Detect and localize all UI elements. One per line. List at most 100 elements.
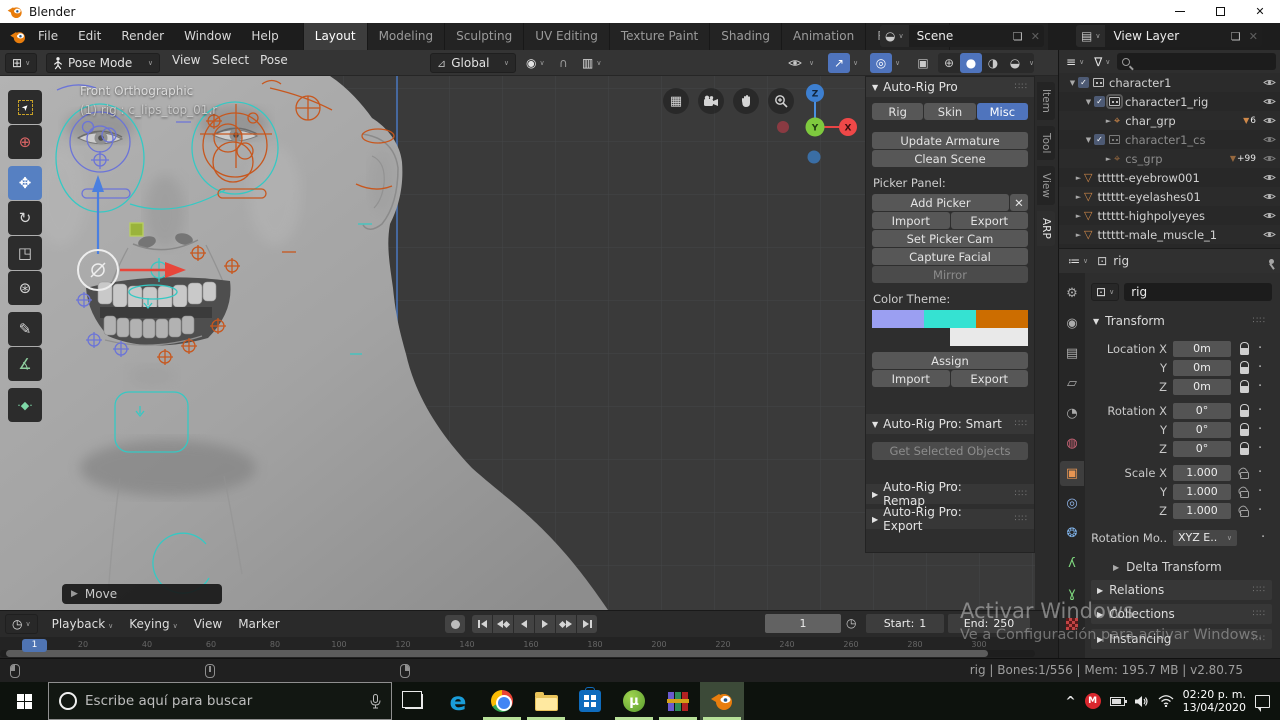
tool-measure[interactable]: ∡ [8, 347, 42, 381]
lock-icon[interactable] [1239, 441, 1249, 455]
pan-hand-icon[interactable] [733, 88, 759, 114]
camera-view-icon[interactable] [698, 88, 724, 114]
playback-menu[interactable]: Playback ∨ [44, 614, 122, 634]
outliner-row-char-grp[interactable]: ► ⌖ char_grp ▼ 6 [1059, 111, 1280, 130]
color-swatch-cyan[interactable] [924, 310, 976, 328]
menu-edit[interactable]: Edit [68, 23, 111, 50]
checkbox[interactable]: ✓ [1094, 96, 1105, 107]
instancing-panel[interactable]: ▶ Instancing ∷∷ [1091, 629, 1272, 649]
menu-file[interactable]: File [28, 23, 68, 50]
capture-facial-button[interactable]: Capture Facial [872, 248, 1028, 265]
sidebar-tab-tool[interactable]: Tool [1037, 125, 1055, 161]
sidebar-tab-item[interactable]: Item [1037, 82, 1055, 120]
panel-grip-icon[interactable]: ∷∷ [1015, 82, 1028, 92]
pin-icon[interactable] [1269, 258, 1274, 264]
animate-dot[interactable]: · [1258, 466, 1262, 479]
shading-material-icon[interactable]: ◑ [982, 53, 1004, 73]
arp-tab-misc[interactable]: Misc [976, 103, 1028, 120]
tab-output[interactable]: ▤ [1060, 341, 1084, 366]
scale-y-field[interactable]: 1.000 [1173, 483, 1231, 500]
overlays-toggle[interactable]: ◎ ∨ [870, 53, 900, 73]
theme-import-button[interactable]: Import [872, 370, 950, 387]
selected-bone-control[interactable] [129, 222, 144, 237]
outliner-row-character1-cs[interactable]: ▼ ✓ character1_cs [1059, 130, 1280, 149]
wifi-icon[interactable] [1158, 695, 1174, 707]
object-id-icon[interactable]: ⊡ ∨ [1091, 283, 1120, 301]
tab-world[interactable]: ◍ [1060, 431, 1084, 456]
snap-settings-dropdown[interactable]: ▥ ∨ [576, 53, 607, 73]
outliner-row-eyebrow[interactable]: ► ▽ tttttt-eyebrow001 [1059, 168, 1280, 187]
play-button[interactable] [535, 615, 555, 633]
lock-open-icon[interactable] [1239, 490, 1249, 498]
outliner-display-mode-dropdown[interactable]: ≡ ∨ [1063, 52, 1087, 72]
hide-eye-icon[interactable] [1261, 116, 1277, 125]
theme-export-button[interactable]: Export [950, 370, 1028, 387]
transform-panel-header[interactable]: ▼ Transform ∷∷ [1091, 311, 1272, 331]
sidebar-tab-arp[interactable]: ARP [1037, 211, 1055, 247]
hide-eye-icon[interactable] [1261, 97, 1277, 106]
speaker-icon[interactable] [1134, 695, 1149, 708]
outliner-row-cs-grp[interactable]: ► ⌖ cs_grp ▼ +99 [1059, 149, 1280, 168]
location-y-field[interactable]: 0m [1173, 359, 1231, 376]
scale-x-field[interactable]: 1.000 [1173, 464, 1231, 481]
animate-dot[interactable]: · [1258, 504, 1262, 517]
panel-grip-icon[interactable]: ∷∷ [1015, 489, 1028, 499]
microphone-icon[interactable] [370, 693, 381, 709]
tab-object[interactable]: ▣ [1060, 461, 1084, 486]
animate-dot[interactable]: · [1258, 361, 1262, 374]
checkbox[interactable]: ✓ [1078, 77, 1089, 88]
tool-annotate[interactable]: ✎ [8, 312, 42, 346]
hide-eye-icon[interactable] [1261, 173, 1277, 182]
rotation-x-field[interactable]: 0° [1173, 402, 1231, 419]
lock-open-icon[interactable] [1239, 471, 1249, 479]
animate-dot[interactable]: · [1258, 342, 1262, 355]
playhead[interactable]: 1 [22, 639, 47, 652]
outliner-row-highpolyeyes[interactable]: ► ▽ tttttt-highpolyeyes [1059, 206, 1280, 225]
arp-tab-skin[interactable]: Skin [924, 103, 976, 120]
new-scene-icon[interactable]: ❏ [1009, 30, 1027, 43]
hide-eye-icon[interactable] [1261, 192, 1277, 201]
taskbar-search[interactable] [48, 682, 392, 720]
tab-texture[interactable] [1060, 611, 1084, 636]
menu-window[interactable]: Window [174, 23, 241, 50]
tab-constraints[interactable]: ◎ [1060, 491, 1084, 516]
rotation-y-field[interactable]: 0° [1173, 421, 1231, 438]
collapse-icon[interactable]: ▼ [1083, 136, 1094, 144]
relations-panel[interactable]: ▶ Relations ∷∷ [1091, 580, 1272, 600]
tab-view-layer[interactable]: ▱ [1060, 371, 1084, 396]
outliner-filter-dropdown[interactable]: ∇ ∨ [1091, 52, 1113, 72]
arp-remap-panel-header[interactable]: ▶ Auto-Rig Pro: Remap ∷∷ [866, 480, 1034, 508]
set-picker-cam-button[interactable]: Set Picker Cam [872, 230, 1028, 247]
workspace-tab-sculpting[interactable]: Sculpting [444, 23, 524, 50]
next-keyframe-button[interactable] [556, 615, 576, 633]
timeline-strip[interactable]: 20 40 60 80 100 120 140 160 180 200 220 240 260 280 30… [0, 637, 1058, 659]
picker-import-button[interactable]: Import [872, 212, 950, 229]
viewport-menu-pose[interactable]: Pose [252, 50, 296, 70]
taskbar-explorer[interactable] [524, 682, 568, 720]
taskbar-blender[interactable] [700, 682, 744, 720]
auto-keying-record-button[interactable] [445, 615, 465, 633]
viewport-canvas[interactable]: Front Orthographic (1) rig : c_lips_top_… [0, 76, 1058, 610]
view-layer-name[interactable]: View Layer [1105, 29, 1226, 43]
panel-grip-icon[interactable]: ∷∷ [1253, 609, 1266, 619]
timeline-scrollbar[interactable] [6, 650, 988, 657]
panel-grip-icon[interactable]: ∷∷ [1253, 634, 1266, 644]
workspace-tab-texture-paint[interactable]: Texture Paint [608, 23, 710, 50]
scale-z-field[interactable]: 1.000 [1173, 502, 1231, 519]
tool-rotate[interactable]: ↻ [8, 201, 42, 235]
animate-dot[interactable]: · [1258, 380, 1262, 393]
orientation-dropdown[interactable]: ⊿ Global ∨ [430, 53, 516, 73]
expand-icon[interactable]: ► [1103, 117, 1114, 125]
outliner-search-input[interactable] [1117, 53, 1276, 70]
arp-export-panel-header[interactable]: ▶ Auto-Rig Pro: Export ∷∷ [866, 505, 1034, 533]
panel-grip-icon[interactable]: ∷∷ [1253, 585, 1266, 595]
end-frame-field[interactable]: End: 250 [948, 614, 1030, 633]
minimize-button[interactable] [1160, 0, 1200, 23]
snap-magnet-icon[interactable]: ∩ [556, 53, 571, 73]
expand-icon[interactable]: ► [1073, 212, 1084, 220]
color-swatch-lavender[interactable] [872, 310, 924, 328]
play-reverse-button[interactable] [514, 615, 534, 633]
editor-type-button[interactable]: ⊞ ∨ [5, 53, 38, 73]
taskbar-edge[interactable]: e [436, 682, 480, 720]
panel-grip-icon[interactable]: ∷∷ [1253, 316, 1266, 326]
